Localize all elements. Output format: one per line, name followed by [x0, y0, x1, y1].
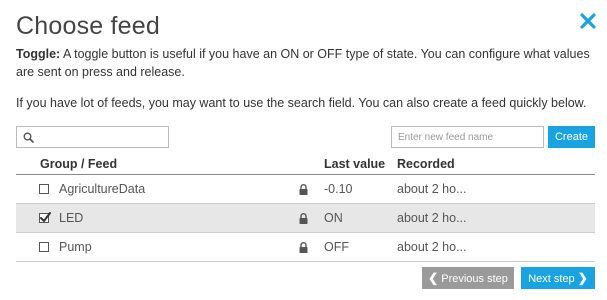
- lock-icon: [299, 184, 308, 198]
- next-step-button[interactable]: Next step ❯: [521, 267, 595, 289]
- table-header: Group / Feed Last value Recorded: [16, 154, 595, 175]
- column-header-recorded: Recorded: [397, 157, 455, 171]
- lock-icon: [299, 213, 308, 227]
- chevron-left-icon: ❮: [428, 271, 439, 285]
- table-row[interactable]: AgricultureData -0.10 about 2 ho...: [16, 175, 595, 204]
- previous-step-button[interactable]: ❮ Previous step: [422, 267, 514, 289]
- feed-last-value: ON: [324, 211, 343, 225]
- feed-name: AgricultureData: [59, 182, 146, 196]
- column-header-group-feed: Group / Feed: [40, 157, 118, 171]
- search-input[interactable]: [37, 128, 165, 146]
- feed-recorded: about 2 ho...: [397, 182, 467, 196]
- search-icon: [23, 132, 34, 143]
- dialog-title: Choose feed: [16, 12, 160, 40]
- create-button[interactable]: Create: [548, 126, 595, 148]
- previous-step-label: Previous step: [441, 273, 508, 285]
- feed-recorded: about 2 ho...: [397, 211, 467, 225]
- feed-last-value: OFF: [324, 240, 349, 254]
- dialog-hint: If you have lot of feeds, you may want t…: [16, 96, 587, 110]
- search-field[interactable]: [16, 126, 169, 148]
- table-row[interactable]: Pump OFF about 2 ho...: [16, 233, 595, 262]
- description-label: Toggle:: [16, 47, 61, 61]
- choose-feed-dialog: Choose feed Toggle: A toggle button is u…: [0, 0, 607, 300]
- lock-icon: [299, 242, 308, 256]
- feed-name: LED: [59, 211, 84, 225]
- description-text: A toggle button is useful if you have an…: [16, 47, 590, 79]
- table-row[interactable]: LED ON about 2 ho...: [16, 204, 595, 233]
- new-feed-input[interactable]: [392, 127, 543, 148]
- next-step-label: Next step: [528, 273, 575, 285]
- feed-checkbox[interactable]: [39, 242, 49, 252]
- feed-checkbox[interactable]: [39, 184, 49, 194]
- feeds-table: Group / Feed Last value Recorded Agricul…: [16, 154, 595, 262]
- column-header-last-value: Last value: [324, 157, 386, 171]
- close-icon[interactable]: [579, 12, 597, 30]
- new-feed-field[interactable]: [391, 126, 544, 148]
- dialog-description: Toggle: A toggle button is useful if you…: [16, 45, 596, 81]
- feed-recorded: about 2 ho...: [397, 240, 467, 254]
- feed-checkbox[interactable]: [39, 212, 51, 223]
- checkmark-icon: [40, 212, 51, 222]
- feed-last-value: -0.10: [324, 182, 353, 196]
- feed-name: Pump: [59, 240, 92, 254]
- chevron-right-icon: ❯: [577, 271, 588, 285]
